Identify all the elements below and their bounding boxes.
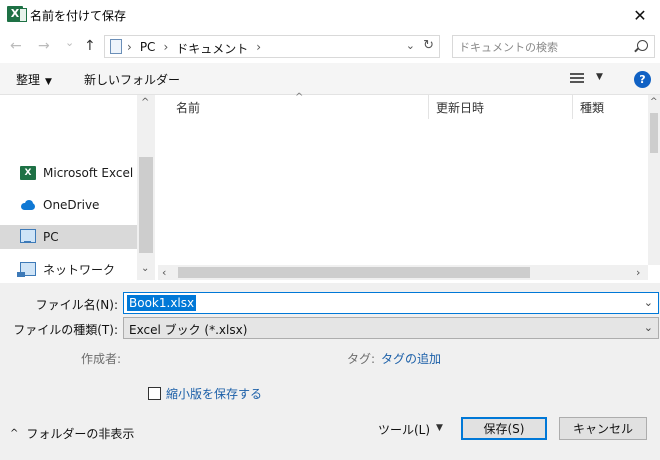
author-label: 作成者: [81, 352, 122, 366]
nav-item-onedrive[interactable]: OneDrive [0, 193, 137, 217]
navigation-pane: X Microsoft Excel OneDrive PC ネットワーク ^ ⌄ [0, 95, 155, 280]
filetype-select[interactable]: Excel ブック (*.xlsx) ⌄ [123, 317, 659, 339]
pc-icon [20, 229, 36, 243]
save-button[interactable]: 保存(S) [461, 417, 547, 440]
filename-value[interactable]: Book1.xlsx [127, 295, 197, 311]
scroll-up-icon[interactable]: ^ [650, 97, 658, 107]
address-row: ← → ⌄ ↑ › PC › ドキュメント › ⌄ ↻ [0, 30, 660, 63]
up-button[interactable]: ↑ [84, 38, 96, 54]
nav-item-label: OneDrive [43, 198, 100, 212]
nav-item-label: ネットワーク [43, 262, 116, 277]
scrollbar-thumb[interactable] [650, 113, 658, 153]
save-thumbnail-checkbox[interactable] [148, 387, 161, 400]
scroll-left-icon[interactable]: ‹ [162, 266, 166, 279]
breadcrumb: › PC › ドキュメント › [127, 40, 261, 57]
breadcrumb-separator: › [127, 40, 132, 54]
caret-down-icon: ▼ [45, 77, 52, 87]
add-tag-link[interactable]: タグの追加 [381, 350, 441, 367]
search-box [452, 35, 655, 58]
back-button[interactable]: ← [10, 38, 22, 54]
nav-item-microsoft-excel[interactable]: X Microsoft Excel [0, 161, 137, 185]
column-divider[interactable] [428, 95, 429, 119]
chevron-down-icon[interactable]: ⌄ [644, 296, 653, 309]
window-title: 名前を付けて保存 [30, 9, 127, 23]
caret-down-icon[interactable]: ▼ [436, 423, 443, 433]
up-arrow-icon: ↑ [84, 38, 96, 54]
tools-button[interactable]: ツール(L) [378, 421, 430, 438]
address-bar[interactable]: › PC › ドキュメント › ⌄ ↻ [104, 35, 440, 58]
recent-locations-button[interactable]: ⌄ [65, 36, 74, 49]
refresh-icon: ↻ [423, 38, 434, 53]
navigation-scrollbar[interactable]: ^ ⌄ [137, 95, 155, 280]
view-options-icon[interactable] [570, 73, 584, 84]
column-divider[interactable] [572, 95, 573, 119]
excel-icon: X [20, 166, 36, 180]
breadcrumb-pc[interactable]: PC [140, 40, 156, 57]
close-icon: ✕ [633, 5, 647, 25]
column-header-modified[interactable]: 更新日時 [436, 95, 484, 119]
filetype-label: ファイルの種類(T): [13, 323, 118, 337]
network-icon [17, 262, 36, 277]
onedrive-icon [20, 198, 36, 212]
nav-item-network[interactable]: ネットワーク [0, 257, 137, 281]
nav-item-label: Microsoft Excel [43, 166, 134, 180]
command-toolbar: 整理 ▼ 新しいフォルダー ▼ ? [0, 63, 660, 95]
title-bar: X 名前を付けて保存 ✕ [0, 0, 660, 30]
breadcrumb-documents[interactable]: ドキュメント [176, 40, 248, 57]
scroll-up-icon[interactable]: ^ [141, 97, 149, 108]
hide-folders-label: フォルダーの非表示 [26, 427, 135, 441]
filename-field[interactable]: Book1.xlsx ⌄ [123, 292, 659, 314]
help-icon[interactable]: ? [634, 71, 651, 88]
scroll-right-icon[interactable]: › [636, 266, 640, 279]
chevron-down-icon: ⌄ [405, 39, 415, 52]
column-header-type[interactable]: 種類 [580, 95, 604, 119]
new-folder-button[interactable]: 新しいフォルダー [84, 71, 180, 88]
scrollbar-thumb[interactable] [178, 267, 530, 278]
file-list-vertical-scrollbar[interactable]: ^ [648, 95, 660, 265]
column-header-name[interactable]: 名前 [176, 95, 200, 119]
location-icon [110, 39, 122, 54]
breadcrumb-separator[interactable]: › [163, 40, 168, 57]
breadcrumb-separator[interactable]: › [256, 40, 261, 57]
organize-label: 整理 [16, 73, 41, 87]
search-icon[interactable] [637, 40, 648, 51]
filename-label: ファイル名(N): [35, 298, 118, 312]
file-list-horizontal-scrollbar[interactable]: ‹ › [158, 265, 648, 280]
organize-button[interactable]: 整理 ▼ [16, 71, 52, 88]
filetype-value: Excel ブック (*.xlsx) [129, 323, 248, 337]
address-dropdown-button[interactable]: ⌄ [406, 39, 415, 52]
refresh-button[interactable]: ↻ [423, 38, 434, 53]
chevron-down-icon: ⌄ [65, 36, 75, 49]
chevron-up-icon: ^ [10, 428, 19, 439]
chevron-down-icon: ⌄ [643, 321, 653, 334]
save-thumbnail-label[interactable]: 縮小版を保存する [166, 385, 262, 402]
cancel-button[interactable]: キャンセル [559, 417, 647, 440]
excel-app-icon: X [7, 6, 27, 22]
close-button[interactable]: ✕ [620, 0, 660, 30]
nav-item-label: PC [43, 230, 59, 244]
scroll-down-icon[interactable]: ⌄ [141, 263, 149, 274]
tags-label: タグ: [347, 352, 376, 366]
hide-folders-button[interactable]: ^ フォルダーの非表示 [10, 425, 134, 442]
forward-arrow-icon: → [38, 38, 50, 54]
nav-item-pc[interactable]: PC [0, 225, 137, 249]
save-form: ファイル名(N): Book1.xlsx ⌄ ファイルの種類(T): Excel… [0, 283, 660, 460]
scrollbar-thumb[interactable] [139, 157, 153, 253]
search-input[interactable] [459, 39, 629, 55]
forward-button[interactable]: → [38, 38, 50, 54]
file-list: 名前 ^ 更新日時 種類 ^ ‹ › [158, 92, 660, 280]
back-arrow-icon: ← [10, 38, 22, 54]
sort-ascending-icon: ^ [295, 92, 304, 103]
view-options-dropdown[interactable]: ▼ [596, 72, 603, 82]
